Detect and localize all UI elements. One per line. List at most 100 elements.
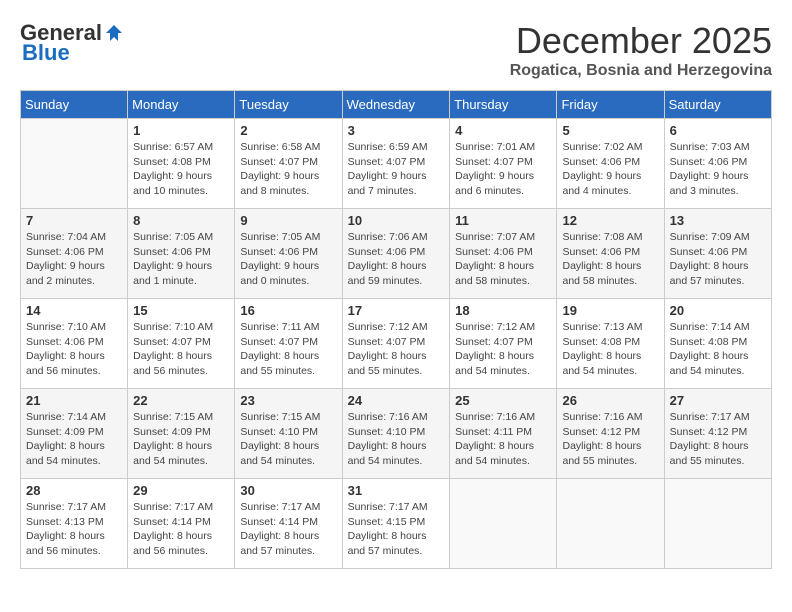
day-number: 19 (562, 303, 658, 318)
day-number: 18 (455, 303, 551, 318)
table-row: 26Sunrise: 7:16 AM Sunset: 4:12 PM Dayli… (557, 389, 664, 479)
day-info: Sunrise: 7:16 AM Sunset: 4:11 PM Dayligh… (455, 410, 551, 469)
day-info: Sunrise: 7:04 AM Sunset: 4:06 PM Dayligh… (26, 230, 122, 289)
col-monday: Monday (128, 91, 235, 119)
col-thursday: Thursday (450, 91, 557, 119)
day-info: Sunrise: 7:10 AM Sunset: 4:07 PM Dayligh… (133, 320, 229, 379)
day-number: 16 (240, 303, 336, 318)
day-number: 23 (240, 393, 336, 408)
day-number: 5 (562, 123, 658, 138)
logo-icon (104, 23, 124, 43)
day-number: 20 (670, 303, 766, 318)
day-info: Sunrise: 7:07 AM Sunset: 4:06 PM Dayligh… (455, 230, 551, 289)
table-row (557, 479, 664, 569)
day-info: Sunrise: 7:02 AM Sunset: 4:06 PM Dayligh… (562, 140, 658, 199)
table-row: 30 Sunrise: 7:17 AM Sunset: 4:14 PM Dayli… (235, 479, 342, 569)
calendar-week-row: 1Sunrise: 6:57 AM Sunset: 4:08 PM Daylig… (21, 119, 772, 209)
day-number: 22 (133, 393, 229, 408)
table-row: 17 Sunrise: 7:12 AM Sunset: 4:07 PM Dayli… (342, 299, 450, 389)
title-section: December 2025 Rogatica, Bosnia and Herze… (510, 20, 772, 80)
day-number: 21 (26, 393, 122, 408)
day-number: 31 (348, 483, 445, 498)
month-title: December 2025 (510, 20, 772, 62)
table-row: 31 Sunrise: 7:17 AM Sunset: 4:15 PM Dayli… (342, 479, 450, 569)
day-number: 1 (133, 123, 229, 138)
table-row: 19 Sunrise: 7:13 AM Sunset: 4:08 PM Dayli… (557, 299, 664, 389)
col-wednesday: Wednesday (342, 91, 450, 119)
page-header: General Blue December 2025 Rogatica, Bos… (20, 20, 772, 80)
day-number: 29 (133, 483, 229, 498)
day-number: 10 (348, 213, 445, 228)
day-number: 8 (133, 213, 229, 228)
day-number: 24 (348, 393, 445, 408)
table-row: 21 Sunrise: 7:14 AM Sunset: 4:09 PM Dayli… (21, 389, 128, 479)
day-number: 30 (240, 483, 336, 498)
day-number: 28 (26, 483, 122, 498)
day-info: Sunrise: 7:05 AM Sunset: 4:06 PM Dayligh… (133, 230, 229, 289)
day-info: Sunrise: 7:13 AM Sunset: 4:08 PM Dayligh… (562, 320, 658, 379)
day-number: 6 (670, 123, 766, 138)
table-row: 24 Sunrise: 7:16 AM Sunset: 4:10 PM Dayli… (342, 389, 450, 479)
table-row: 1Sunrise: 6:57 AM Sunset: 4:08 PM Daylig… (128, 119, 235, 209)
logo-blue-text: Blue (22, 40, 70, 66)
day-number: 17 (348, 303, 445, 318)
table-row: 7 Sunrise: 7:04 AM Sunset: 4:06 PM Daylig… (21, 209, 128, 299)
calendar-week-row: 14 Sunrise: 7:10 AM Sunset: 4:06 PM Dayli… (21, 299, 772, 389)
table-row: 16Sunrise: 7:11 AM Sunset: 4:07 PM Dayli… (235, 299, 342, 389)
table-row: 18 Sunrise: 7:12 AM Sunset: 4:07 PM Dayli… (450, 299, 557, 389)
col-tuesday: Tuesday (235, 91, 342, 119)
table-row: 22 Sunrise: 7:15 AM Sunset: 4:09 PM Dayli… (128, 389, 235, 479)
col-friday: Friday (557, 91, 664, 119)
day-info: Sunrise: 7:14 AM Sunset: 4:09 PM Dayligh… (26, 410, 122, 469)
table-row: 5 Sunrise: 7:02 AM Sunset: 4:06 PM Daylig… (557, 119, 664, 209)
table-row: 11 Sunrise: 7:07 AM Sunset: 4:06 PM Dayli… (450, 209, 557, 299)
calendar-week-row: 28 Sunrise: 7:17 AM Sunset: 4:13 PM Dayli… (21, 479, 772, 569)
calendar-header-row: Sunday Monday Tuesday Wednesday Thursday… (21, 91, 772, 119)
day-info: Sunrise: 7:17 AM Sunset: 4:14 PM Dayligh… (240, 500, 336, 559)
table-row: 27Sunrise: 7:17 AM Sunset: 4:12 PM Dayli… (664, 389, 771, 479)
day-info: Sunrise: 7:17 AM Sunset: 4:13 PM Dayligh… (26, 500, 122, 559)
calendar-week-row: 21 Sunrise: 7:14 AM Sunset: 4:09 PM Dayli… (21, 389, 772, 479)
table-row: 6 Sunrise: 7:03 AM Sunset: 4:06 PM Daylig… (664, 119, 771, 209)
table-row: 28 Sunrise: 7:17 AM Sunset: 4:13 PM Dayli… (21, 479, 128, 569)
logo: General Blue (20, 20, 124, 66)
calendar-week-row: 7 Sunrise: 7:04 AM Sunset: 4:06 PM Daylig… (21, 209, 772, 299)
day-info: Sunrise: 7:17 AM Sunset: 4:14 PM Dayligh… (133, 500, 229, 559)
table-row: 8 Sunrise: 7:05 AM Sunset: 4:06 PM Daylig… (128, 209, 235, 299)
day-info: Sunrise: 7:06 AM Sunset: 4:06 PM Dayligh… (348, 230, 445, 289)
day-info: Sunrise: 7:03 AM Sunset: 4:06 PM Dayligh… (670, 140, 766, 199)
day-number: 11 (455, 213, 551, 228)
day-number: 26 (562, 393, 658, 408)
day-info: Sunrise: 7:15 AM Sunset: 4:10 PM Dayligh… (240, 410, 336, 469)
day-number: 13 (670, 213, 766, 228)
table-row: 2Sunrise: 6:58 AM Sunset: 4:07 PM Daylig… (235, 119, 342, 209)
day-number: 7 (26, 213, 122, 228)
day-info: Sunrise: 7:10 AM Sunset: 4:06 PM Dayligh… (26, 320, 122, 379)
table-row: 3Sunrise: 6:59 AM Sunset: 4:07 PM Daylig… (342, 119, 450, 209)
day-info: Sunrise: 7:17 AM Sunset: 4:15 PM Dayligh… (348, 500, 445, 559)
table-row (21, 119, 128, 209)
day-info: Sunrise: 7:12 AM Sunset: 4:07 PM Dayligh… (348, 320, 445, 379)
day-info: Sunrise: 7:05 AM Sunset: 4:06 PM Dayligh… (240, 230, 336, 289)
table-row: 13Sunrise: 7:09 AM Sunset: 4:06 PM Dayli… (664, 209, 771, 299)
table-row: 23 Sunrise: 7:15 AM Sunset: 4:10 PM Dayli… (235, 389, 342, 479)
table-row: 4Sunrise: 7:01 AM Sunset: 4:07 PM Daylig… (450, 119, 557, 209)
col-saturday: Saturday (664, 91, 771, 119)
day-number: 12 (562, 213, 658, 228)
table-row: 14 Sunrise: 7:10 AM Sunset: 4:06 PM Dayli… (21, 299, 128, 389)
day-number: 3 (348, 123, 445, 138)
table-row (450, 479, 557, 569)
day-number: 15 (133, 303, 229, 318)
table-row: 10 Sunrise: 7:06 AM Sunset: 4:06 PM Dayli… (342, 209, 450, 299)
col-sunday: Sunday (21, 91, 128, 119)
day-number: 25 (455, 393, 551, 408)
location-subtitle: Rogatica, Bosnia and Herzegovina (510, 62, 772, 80)
day-info: Sunrise: 7:12 AM Sunset: 4:07 PM Dayligh… (455, 320, 551, 379)
day-number: 14 (26, 303, 122, 318)
table-row: 29 Sunrise: 7:17 AM Sunset: 4:14 PM Dayli… (128, 479, 235, 569)
day-info: Sunrise: 6:58 AM Sunset: 4:07 PM Dayligh… (240, 140, 336, 199)
day-info: Sunrise: 7:08 AM Sunset: 4:06 PM Dayligh… (562, 230, 658, 289)
table-row (664, 479, 771, 569)
day-info: Sunrise: 7:15 AM Sunset: 4:09 PM Dayligh… (133, 410, 229, 469)
day-info: Sunrise: 7:16 AM Sunset: 4:10 PM Dayligh… (348, 410, 445, 469)
